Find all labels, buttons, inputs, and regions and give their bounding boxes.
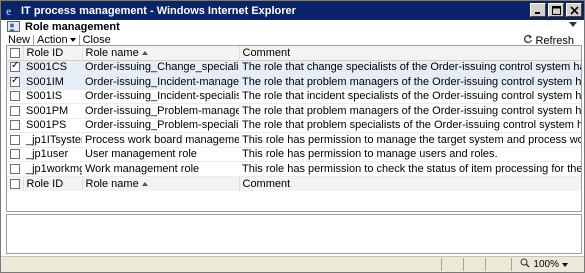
row-checkbox[interactable] <box>10 60 20 73</box>
column-footer-label: Role ID <box>26 177 64 190</box>
column-header-role-name[interactable]: Role name <box>82 46 240 61</box>
role-name-cell: Order-issuing_Incident-specialist <box>82 89 239 104</box>
table-row[interactable]: _jp1ITsystemProcess work board managemen… <box>7 132 581 148</box>
status-divider <box>511 258 512 271</box>
row-checkbox-cell <box>7 103 23 119</box>
role-id-cell: S001IM <box>23 74 82 90</box>
zoom-level: 100% <box>533 259 559 270</box>
row-checkbox-cell <box>7 89 23 104</box>
role-name-cell: User management role <box>82 147 239 162</box>
role-id-cell: _jp1user <box>23 147 82 162</box>
role-id-cell: _jp1workmgr <box>23 161 82 177</box>
row-checkbox[interactable] <box>10 91 20 102</box>
row-checkbox[interactable] <box>10 75 20 87</box>
row-checkbox-cell <box>7 147 23 162</box>
row-checkbox-cell <box>7 118 23 133</box>
page-title: Role management <box>25 21 120 33</box>
header-menu-arrow-icon[interactable] <box>569 22 577 27</box>
chevron-down-icon <box>562 262 568 267</box>
table-row[interactable]: _jp1user User management role This role ha… <box>7 147 581 162</box>
row-checkbox-cell <box>7 161 23 177</box>
table-header-row: Role ID Role name Comment <box>7 46 581 61</box>
sort-ascending-icon <box>141 181 148 186</box>
row-checkbox[interactable] <box>10 149 20 160</box>
role-table: Role ID Role name Comment S001CSOrder-is… <box>7 46 581 191</box>
role-id-cell: _jp1ITsystem <box>23 132 82 148</box>
internet-explorer-icon: e <box>4 4 18 18</box>
browser-window: e IT process management - Windows Intern… <box>0 0 585 273</box>
row-checkbox[interactable] <box>10 134 20 145</box>
column-footer-label: Role name <box>85 177 139 190</box>
comment-cell: This role has permission to manage users… <box>239 147 581 162</box>
table-row[interactable]: S001IMOrder-issuing_Incident-managementT… <box>7 74 581 90</box>
row-checkbox-cell <box>7 132 23 148</box>
comment-cell: The role that problem specialists of the… <box>239 118 581 133</box>
table-row[interactable]: S001IS Order-issuing_Incident-specialist T… <box>7 89 581 104</box>
status-bar: 100% <box>1 256 584 272</box>
role-name-cell: Work management role <box>82 161 239 177</box>
role-name-cell: Process work board management role <box>82 132 239 148</box>
row-checkbox[interactable] <box>10 105 20 116</box>
role-id-cell: S001IS <box>23 89 82 104</box>
column-footer-label: Comment <box>242 177 291 190</box>
comment-cell: The role that problem managers of the Or… <box>239 103 581 119</box>
zoom-icon <box>520 258 530 271</box>
maximize-button[interactable] <box>548 3 564 17</box>
row-checkbox-cell <box>7 74 23 90</box>
role-id-cell: S001PM <box>23 103 82 119</box>
column-header-comment[interactable]: Comment <box>239 46 581 61</box>
status-divider <box>463 258 464 271</box>
row-checkbox[interactable] <box>10 163 20 174</box>
role-management-icon <box>7 21 21 33</box>
svg-text:e: e <box>6 4 12 17</box>
role-name-cell: Order-issuing_Incident-management <box>82 74 239 90</box>
status-divider <box>441 258 442 271</box>
table-row[interactable]: S001PS Order-issuing_Problem-specialist Th… <box>7 118 581 133</box>
comment-cell: The role that change specialists of the … <box>239 60 581 75</box>
column-header-label: Role name <box>85 46 139 59</box>
role-id-cell: S001CS <box>23 60 82 75</box>
column-footer-role-id[interactable]: Role ID <box>23 175 83 191</box>
column-footer-comment[interactable]: Comment <box>239 175 581 191</box>
comment-cell: The role that problem managers of the Or… <box>239 74 581 90</box>
role-name-cell: Order-issuing_Change_specialist <box>82 60 239 75</box>
role-table-frame: Role ID Role name Comment S001CSOrder-is… <box>6 45 582 212</box>
minimize-button[interactable] <box>530 3 546 17</box>
select-all-checkbox[interactable] <box>10 47 20 58</box>
role-id-cell: S001PS <box>23 118 82 133</box>
select-all-cell <box>7 46 24 61</box>
row-checkbox[interactable] <box>10 120 20 131</box>
title-bar: e IT process management - Windows Intern… <box>1 1 584 20</box>
role-name-cell: Order-issuing_Problem-management <box>82 103 239 119</box>
status-divider <box>485 258 486 271</box>
zoom-control[interactable]: 100% <box>520 258 568 271</box>
close-window-button[interactable] <box>566 3 582 17</box>
sort-ascending-icon <box>141 50 148 55</box>
page-header: Role management <box>2 20 583 34</box>
table-row[interactable]: S001PMOrder-issuing_Problem-managementTh… <box>7 103 581 119</box>
table-footer-row: Role ID Role name Comment <box>7 175 581 191</box>
select-all-cell-footer <box>7 175 24 191</box>
comment-cell: The role that incident specialists of th… <box>239 89 581 104</box>
table-row[interactable]: _jp1workmgrWork management roleThis role… <box>7 161 581 177</box>
detail-pane <box>6 214 582 254</box>
role-name-cell: Order-issuing_Problem-specialist <box>82 118 239 133</box>
column-header-label: Comment <box>242 46 291 59</box>
comment-cell: This role has permission to check the st… <box>239 161 581 177</box>
window-title: IT process management - Windows Internet… <box>21 4 296 17</box>
column-footer-role-name[interactable]: Role name <box>82 175 240 191</box>
table-row[interactable]: S001CSOrder-issuing_Change_specialistThe… <box>7 60 581 75</box>
select-all-checkbox-footer[interactable] <box>10 178 20 189</box>
chevron-down-icon <box>69 38 76 43</box>
row-checkbox-cell <box>7 60 23 75</box>
column-header-role-id[interactable]: Role ID <box>23 46 83 61</box>
column-header-label: Role ID <box>26 46 64 59</box>
comment-cell: This role has permission to manage the t… <box>239 132 581 148</box>
